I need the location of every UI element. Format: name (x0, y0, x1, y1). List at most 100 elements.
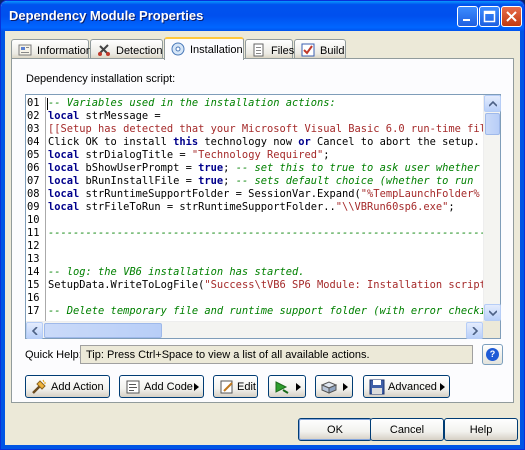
code-line[interactable]: 01 -- Variables used in the installation … (26, 97, 483, 110)
scrollbar-corner (483, 321, 500, 338)
code-area[interactable]: 01 -- Variables used in the installation … (26, 97, 483, 321)
code-line[interactable]: 03 [[Setup has detected that your Microso… (26, 123, 483, 136)
maximize-button[interactable] (479, 6, 500, 27)
tab-detection[interactable]: Detection (90, 39, 163, 59)
code-token: Cancel to abort the setup. (310, 136, 480, 148)
code-token: -- Delete temporary file and runtime sup… (48, 305, 483, 317)
code-token: ; (448, 201, 455, 213)
code-line[interactable]: 13 (26, 253, 483, 266)
code-token: ; (323, 149, 330, 161)
code-token: local (48, 149, 80, 161)
code-line[interactable]: 14 -- log: the VB6 installation has start… (26, 266, 483, 279)
build-icon (301, 43, 315, 57)
quick-help-button[interactable]: ? (482, 344, 503, 365)
installation-panel: Dependency installation script: 01 -- Var… (11, 58, 514, 403)
code-token: technology now (198, 136, 299, 148)
window-frame-left (1, 31, 5, 449)
line-number: 08 (27, 188, 40, 200)
code-token: bRunInstallFile = (79, 175, 199, 187)
line-number: 04 (27, 136, 40, 148)
edit-icon (220, 380, 233, 394)
line-number: 05 (27, 149, 40, 161)
code-token: "%TempLaunchFolder% (360, 188, 480, 200)
scroll-right-icon (472, 327, 479, 335)
code-line[interactable]: 05 local strDialogTitle = "Technology Req… (26, 149, 483, 162)
tab-build[interactable]: Build (294, 39, 346, 59)
line-content: SetupData.WriteToLogFile("Success\tVB6 S… (48, 279, 483, 292)
add-action-button[interactable]: Add Action (25, 375, 110, 398)
script-library-icon (321, 381, 337, 394)
code-line[interactable]: 15 SetupData.WriteToLogFile("Success\tVB6… (26, 279, 483, 292)
code-token: local (48, 201, 80, 213)
files-icon (253, 43, 264, 57)
code-line[interactable]: 12 (26, 240, 483, 253)
horizontal-scrollbar[interactable] (26, 321, 483, 339)
line-number: 17 (27, 305, 40, 317)
code-token: -- Variables used in the installation ac… (48, 97, 336, 109)
maximize-icon (483, 10, 496, 23)
code-token: -- set this to true to ask user whether (235, 162, 480, 174)
line-content: local bShowUserPrompt = true; -- set thi… (48, 162, 480, 175)
minimize-icon (463, 19, 470, 21)
dropdown-arrow-icon (296, 383, 301, 391)
tab-information-label: Information (37, 45, 93, 57)
code-line[interactable]: 08 local strRuntimeSupportFolder = Sessio… (26, 188, 483, 201)
code-line[interactable]: 10 (26, 214, 483, 227)
advanced-button[interactable]: Advanced (363, 375, 450, 398)
code-token: -- log: the VB6 installation has started… (48, 266, 305, 278)
move-button[interactable] (268, 375, 306, 398)
installation-icon (171, 42, 185, 56)
scroll-right-button[interactable] (466, 322, 483, 339)
code-line[interactable]: 07 local bRunInstallFile = true; -- sets … (26, 175, 483, 188)
scroll-up-button[interactable] (484, 95, 501, 112)
close-button[interactable] (501, 6, 522, 27)
code-line[interactable]: 06 local bShowUserPrompt = true; -- set t… (26, 162, 483, 175)
scroll-left-button[interactable] (26, 322, 43, 339)
title-bar[interactable]: Dependency Module Properties (1, 1, 524, 31)
tab-information[interactable]: Information (11, 39, 93, 59)
tab-detection-label: Detection (116, 45, 163, 57)
tab-installation-label: Installation (190, 44, 243, 56)
horizontal-scroll-thumb[interactable] (44, 323, 162, 338)
vertical-scroll-thumb[interactable] (485, 113, 500, 135)
detection-icon (98, 44, 110, 56)
tab-installation[interactable]: Installation (164, 37, 244, 60)
add-code-button[interactable]: Add Code (119, 375, 204, 398)
code-line[interactable]: 09 local strFileToRun = strRuntimeSupport… (26, 201, 483, 214)
code-line[interactable]: 04 Click OK to install this technology no… (26, 136, 483, 149)
line-number: 12 (27, 240, 40, 252)
code-line[interactable]: 02 local strMessage = (26, 110, 483, 123)
dropdown-arrow-icon (440, 383, 445, 391)
quick-help-label: Quick Help: (25, 349, 82, 361)
text-caret (47, 98, 48, 110)
code-token: this (173, 136, 199, 148)
close-icon (506, 11, 517, 22)
vertical-scrollbar[interactable] (483, 95, 501, 321)
scroll-down-button[interactable] (484, 304, 501, 321)
line-number: 14 (27, 266, 40, 278)
line-content: -- log: the VB6 installation has started… (48, 266, 304, 279)
script-editor[interactable]: 01 -- Variables used in the installation … (25, 94, 501, 339)
ok-button[interactable]: OK (298, 418, 372, 441)
green-arrow-icon (275, 381, 289, 394)
tab-files[interactable]: Files (245, 39, 294, 59)
add-code-label: Add Code (144, 381, 193, 393)
code-token: Click OK to install (48, 136, 174, 148)
cancel-button[interactable]: Cancel (370, 418, 444, 441)
code-token: local (48, 162, 80, 174)
edit-button[interactable]: Edit (213, 375, 258, 398)
code-line[interactable]: 17 -- Delete temporary file and runtime s… (26, 305, 483, 318)
line-content: local strMessage = (48, 110, 161, 123)
line-content: Click OK to install this technology now … (48, 136, 480, 149)
code-line[interactable]: 11 --------------------------------------… (26, 227, 483, 240)
code-token: "\\VBRun60sp6.exe" (335, 201, 449, 213)
help-button[interactable]: Help (444, 418, 518, 441)
library-button[interactable] (315, 375, 353, 398)
line-content: -- Variables used in the installation ac… (48, 97, 336, 110)
information-icon (18, 44, 32, 56)
code-token: ; (223, 162, 236, 174)
code-line[interactable]: 16 (26, 292, 483, 305)
minimize-button[interactable] (457, 6, 478, 27)
code-token: "Technology Required" (191, 149, 324, 161)
add-action-icon (32, 379, 46, 394)
